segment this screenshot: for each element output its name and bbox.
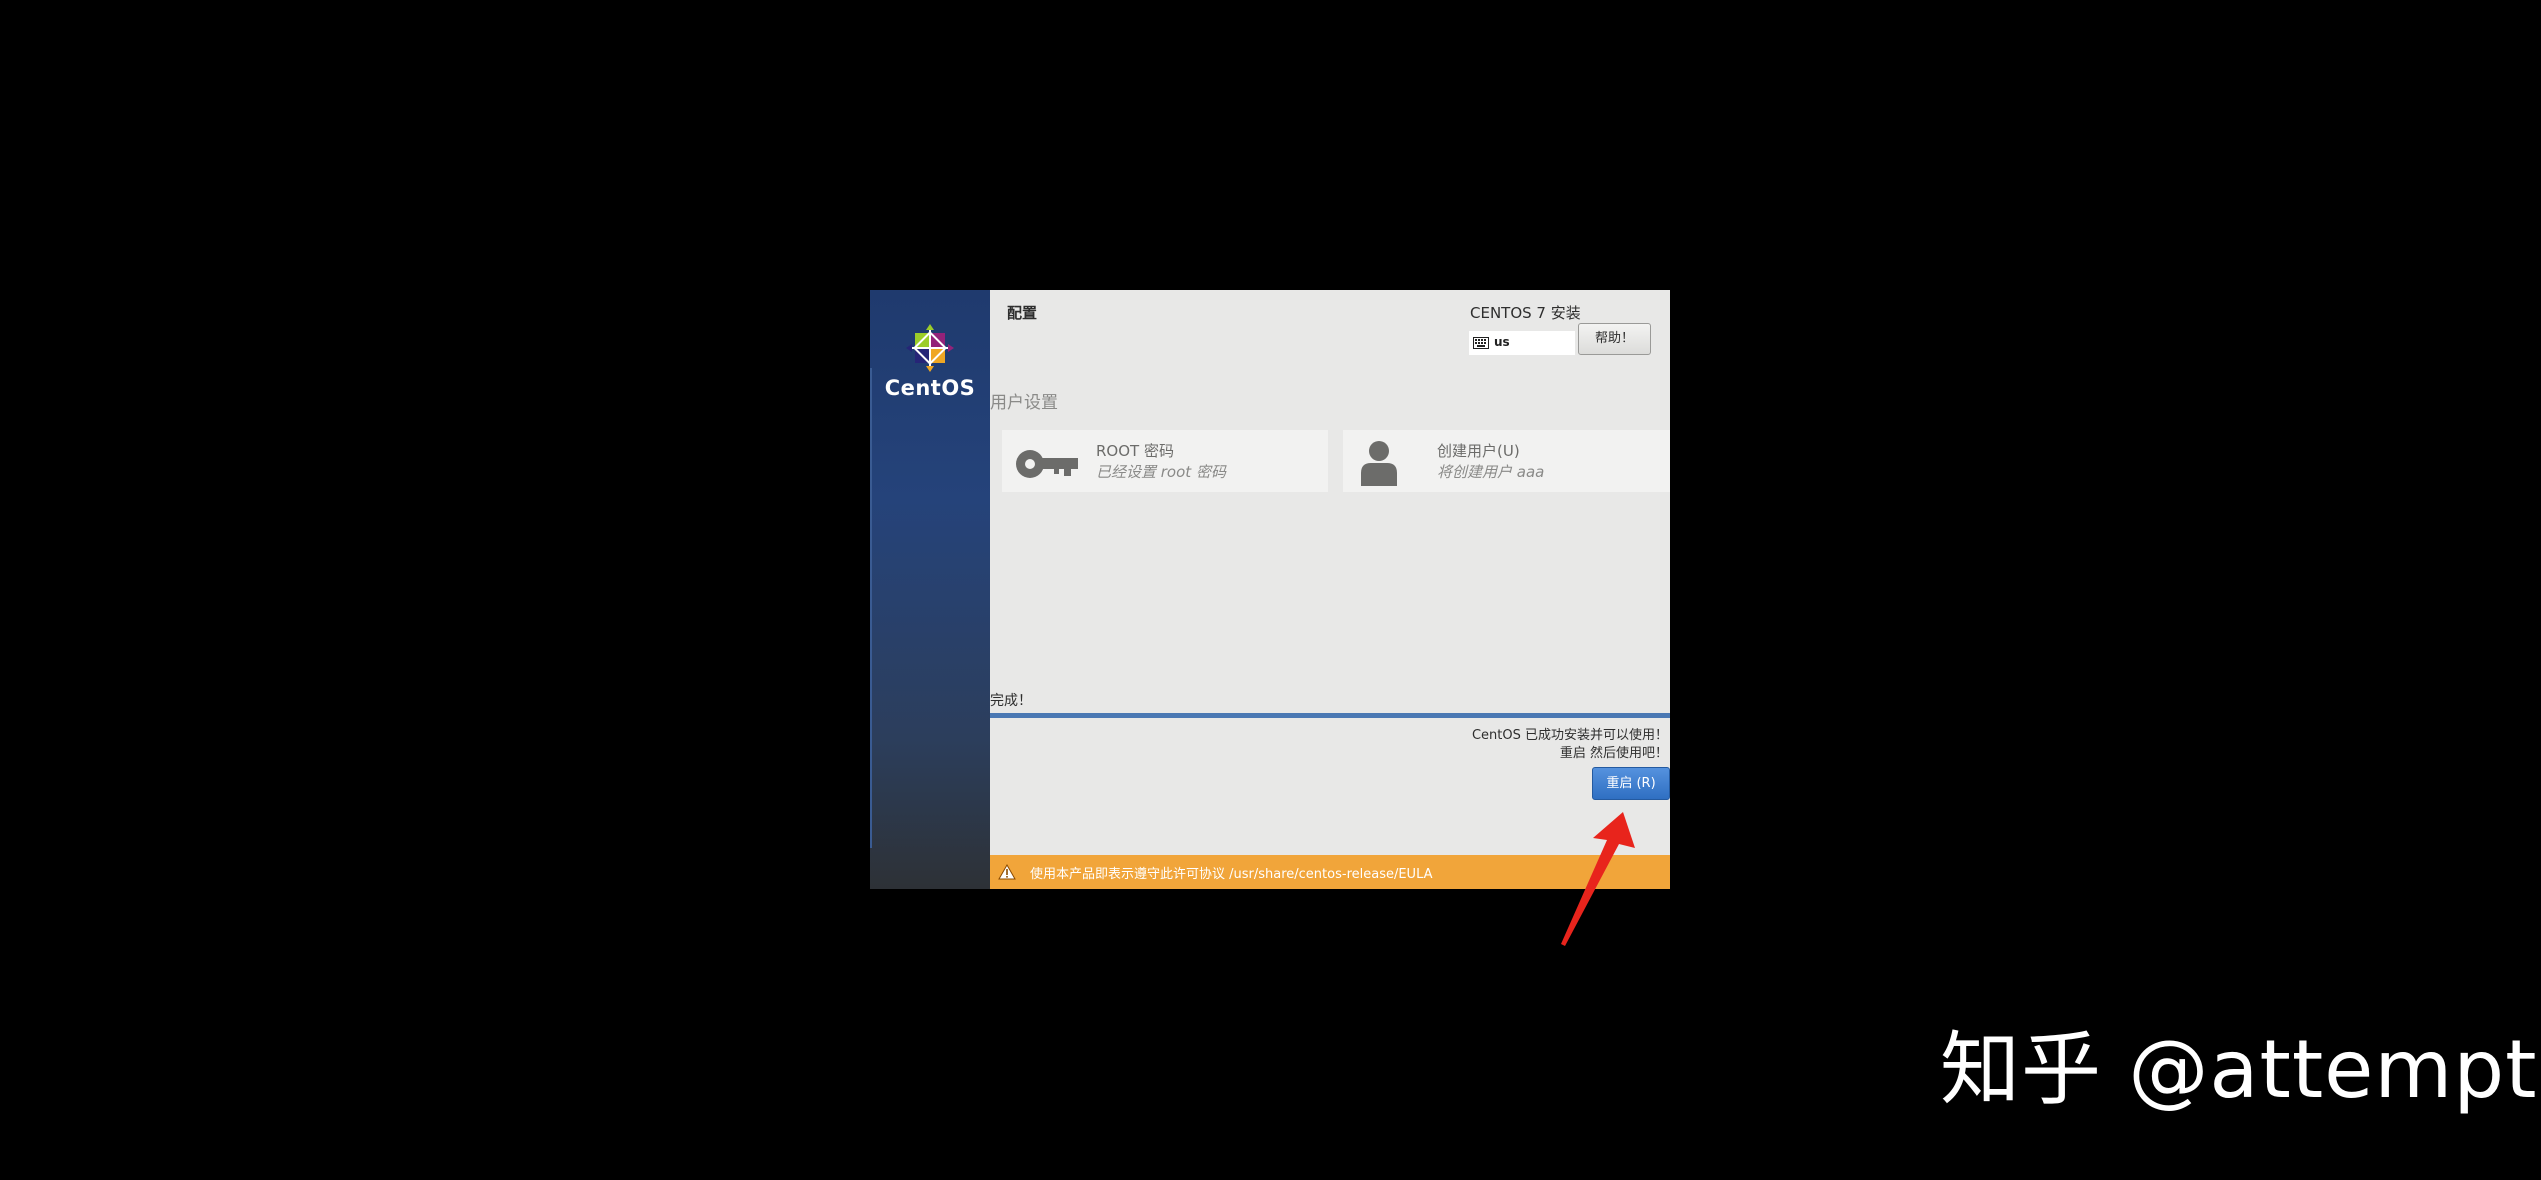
sidebar: CentOS xyxy=(870,290,990,889)
install-success-message: CentOS 已成功安装并可以使用！ xyxy=(1471,728,1668,743)
user-icon xyxy=(1361,441,1397,486)
watermark: 知乎 @attempt xyxy=(1940,1023,2538,1116)
keyboard-layout-label: us xyxy=(1494,335,1510,349)
key-icon xyxy=(1016,450,1078,478)
help-button[interactable]: 帮助！ xyxy=(1578,323,1651,355)
reboot-button[interactable]: 重启 (R) xyxy=(1592,767,1670,800)
product-title: CENTOS 7 安装 xyxy=(1470,304,1581,322)
root-password-spoke: ROOT 密码 已经设置 root 密码 xyxy=(1002,430,1328,492)
create-user-status: 将创建用户 aaa xyxy=(1437,463,1545,481)
keyboard-icon xyxy=(1473,337,1489,349)
user-settings-heading: 用户设置 xyxy=(990,393,1058,413)
centos-logo-icon xyxy=(906,324,954,372)
red-arrow-icon xyxy=(1561,812,1635,946)
centos-brand: CentOS xyxy=(884,376,976,400)
progress-label: 完成！ xyxy=(990,693,1032,709)
create-user-spoke: 创建用户(U) 将创建用户 aaa xyxy=(1343,430,1670,492)
eula-notice[interactable]: 使用本产品即表示遵守此许可协议 /usr/share/centos-releas… xyxy=(1030,863,1433,882)
reboot-hint-message: 重启 然后使用吧！ xyxy=(1559,746,1668,761)
sidebar-edge xyxy=(870,368,872,848)
progress-fill xyxy=(990,713,1670,718)
screen: CentOS 配置 CENTOS 7 安装 us 帮助！ 用户设置 ROOT 密… xyxy=(0,0,2541,1180)
root-password-title: ROOT 密码 xyxy=(1096,442,1174,460)
main-panel: 配置 CENTOS 7 安装 us 帮助！ 用户设置 ROOT 密码 已经设置 … xyxy=(990,290,1670,889)
keyboard-layout-indicator[interactable]: us xyxy=(1469,331,1575,355)
page-title: 配置 xyxy=(1007,304,1038,322)
root-password-status: 已经设置 root 密码 xyxy=(1096,463,1226,481)
installer-window: CentOS 配置 CENTOS 7 安装 us 帮助！ 用户设置 ROOT 密… xyxy=(870,290,1670,889)
warning-icon xyxy=(998,864,1016,880)
progress-bar xyxy=(990,713,1670,718)
create-user-title: 创建用户(U) xyxy=(1437,442,1520,460)
